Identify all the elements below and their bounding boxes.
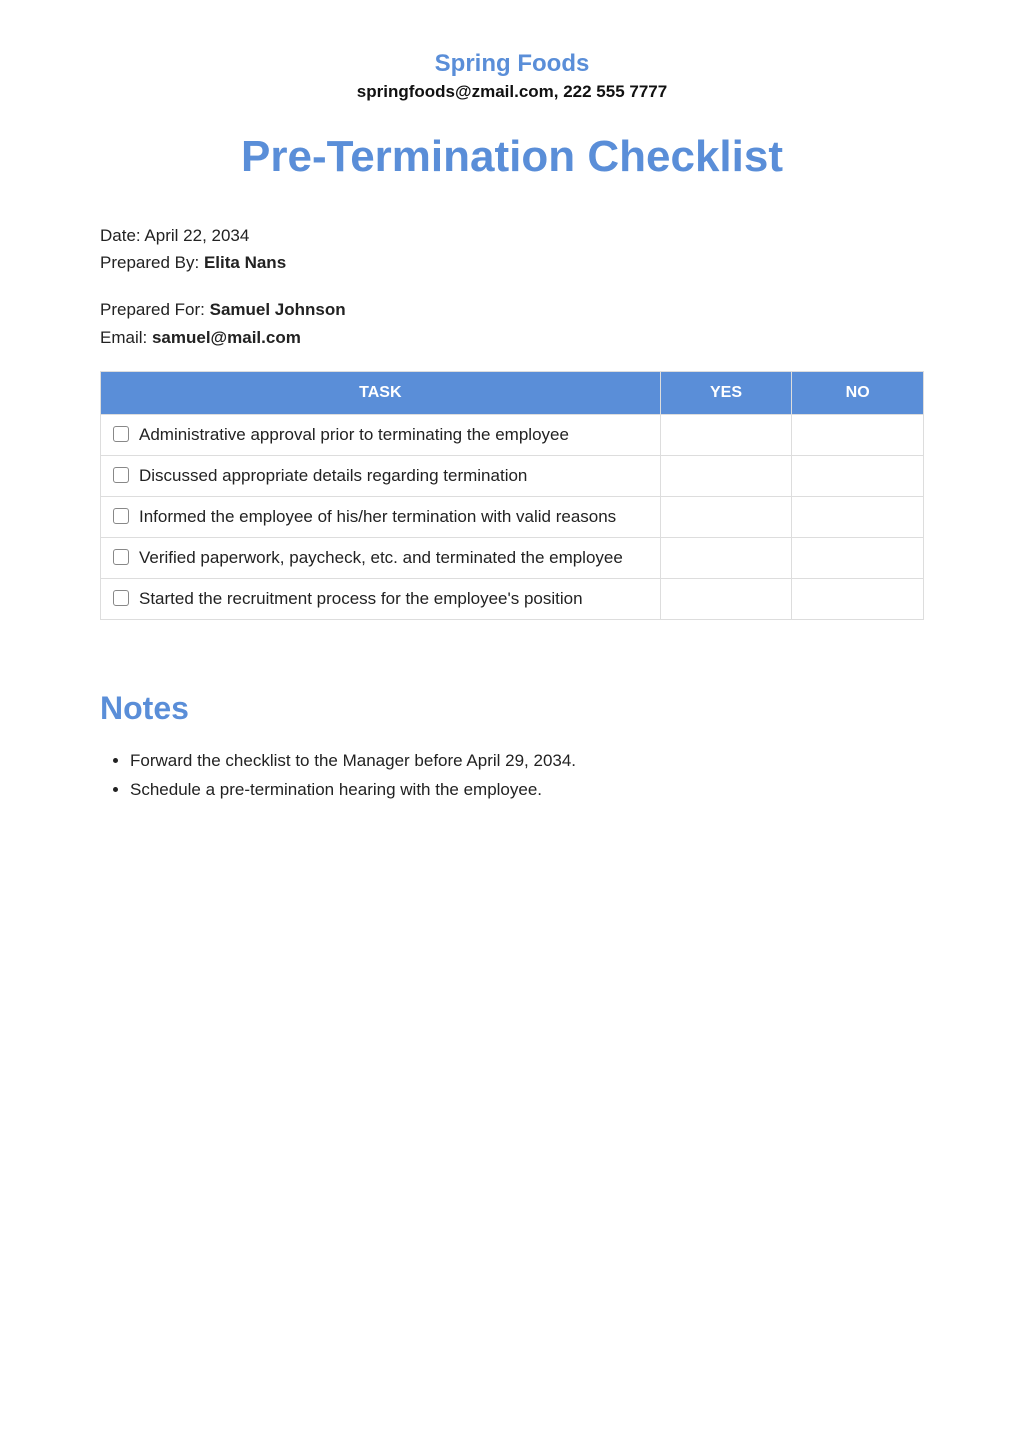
prepared-for-line: Prepared For: Samuel Johnson — [100, 296, 924, 323]
prepared-by-line: Prepared By: Elita Nans — [100, 249, 924, 276]
yes-cell[interactable] — [660, 496, 792, 537]
no-cell[interactable] — [792, 496, 924, 537]
yes-cell[interactable] — [660, 455, 792, 496]
date-value: April 22, 2034 — [144, 226, 249, 245]
date-label: Date: — [100, 226, 144, 245]
task-cell: Informed the employee of his/her termina… — [101, 496, 661, 537]
task-cell: Started the recruitment process for the … — [101, 578, 661, 619]
no-cell[interactable] — [792, 414, 924, 455]
header-yes: YES — [660, 371, 792, 414]
task-cell: Verified paperwork, paycheck, etc. and t… — [101, 537, 661, 578]
task-text: Informed the employee of his/her termina… — [139, 507, 616, 526]
table-row: Administrative approval prior to termina… — [101, 414, 924, 455]
table-body: Administrative approval prior to termina… — [101, 414, 924, 619]
checkbox-icon[interactable] — [113, 426, 129, 442]
task-text: Verified paperwork, paycheck, etc. and t… — [139, 548, 623, 567]
table-header-row: TASK YES NO — [101, 371, 924, 414]
date-line: Date: April 22, 2034 — [100, 222, 924, 249]
checkbox-icon[interactable] — [113, 590, 129, 606]
prepared-for-value: Samuel Johnson — [210, 300, 346, 319]
email-line: Email: samuel@mail.com — [100, 324, 924, 351]
header-no: NO — [792, 371, 924, 414]
document-title: Pre-Termination Checklist — [100, 132, 924, 182]
table-row: Discussed appropriate details regarding … — [101, 455, 924, 496]
no-cell[interactable] — [792, 537, 924, 578]
yes-cell[interactable] — [660, 537, 792, 578]
prepared-by-value: Elita Nans — [204, 253, 286, 272]
table-row: Verified paperwork, paycheck, etc. and t… — [101, 537, 924, 578]
meta-block-1: Date: April 22, 2034 Prepared By: Elita … — [100, 222, 924, 276]
company-name: Spring Foods — [100, 50, 924, 78]
task-cell: Discussed appropriate details regarding … — [101, 455, 661, 496]
task-text: Administrative approval prior to termina… — [139, 425, 569, 444]
checkbox-icon[interactable] — [113, 467, 129, 483]
task-text: Discussed appropriate details regarding … — [139, 466, 527, 485]
yes-cell[interactable] — [660, 578, 792, 619]
checkbox-icon[interactable] — [113, 508, 129, 524]
meta-block-2: Prepared For: Samuel Johnson Email: samu… — [100, 296, 924, 350]
yes-cell[interactable] — [660, 414, 792, 455]
table-row: Started the recruitment process for the … — [101, 578, 924, 619]
list-item: Forward the checklist to the Manager bef… — [130, 747, 924, 776]
prepared-for-label: Prepared For: — [100, 300, 210, 319]
table-row: Informed the employee of his/her termina… — [101, 496, 924, 537]
email-label: Email: — [100, 328, 152, 347]
email-value: samuel@mail.com — [152, 328, 301, 347]
list-item: Schedule a pre-termination hearing with … — [130, 776, 924, 805]
document-header: Spring Foods springfoods@zmail.com, 222 … — [100, 50, 924, 102]
checklist-table: TASK YES NO Administrative approval prio… — [100, 371, 924, 620]
no-cell[interactable] — [792, 578, 924, 619]
company-contact: springfoods@zmail.com, 222 555 7777 — [100, 82, 924, 102]
notes-heading: Notes — [100, 690, 924, 727]
no-cell[interactable] — [792, 455, 924, 496]
notes-list: Forward the checklist to the Manager bef… — [100, 747, 924, 805]
prepared-by-label: Prepared By: — [100, 253, 204, 272]
task-text: Started the recruitment process for the … — [139, 589, 583, 608]
task-cell: Administrative approval prior to termina… — [101, 414, 661, 455]
header-task: TASK — [101, 371, 661, 414]
meta-section: Date: April 22, 2034 Prepared By: Elita … — [100, 222, 924, 351]
checkbox-icon[interactable] — [113, 549, 129, 565]
